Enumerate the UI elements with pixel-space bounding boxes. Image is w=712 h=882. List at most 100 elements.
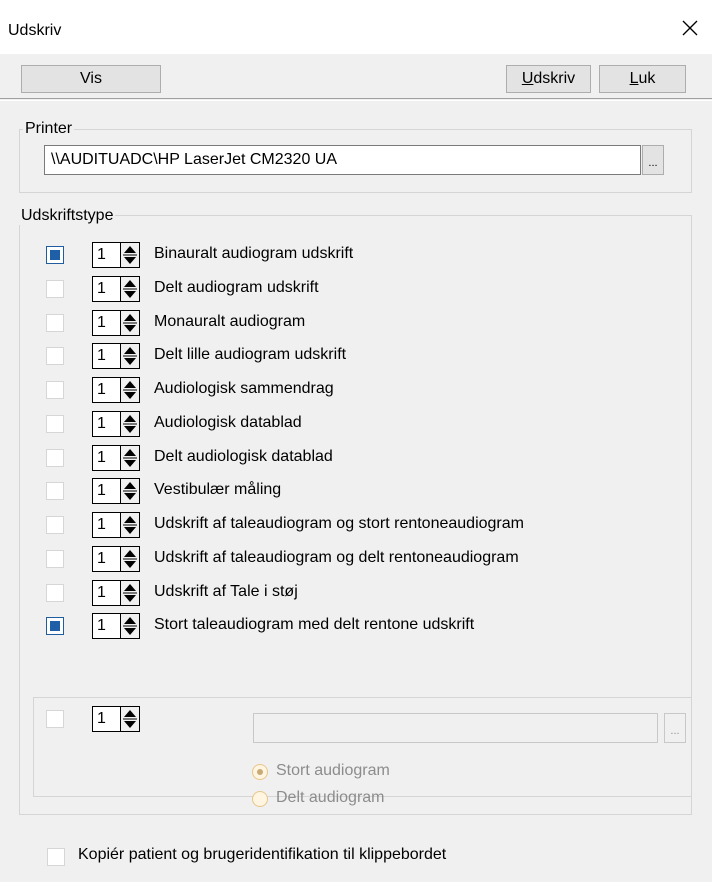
spinner-arrows-icon[interactable] [120,706,140,732]
custom-copies-spinner[interactable]: 1 [92,706,146,732]
print-type-row: 1 Udskrift af Tale i støj [0,579,712,607]
copies-value[interactable]: 1 [92,242,120,268]
print-type-row: 1 Stort taleaudiogram med delt rentone ud… [0,612,712,640]
close-icon[interactable] [676,14,704,42]
stort-audiogram-radio [252,764,268,780]
copies-spinner[interactable]: 1 [92,410,146,437]
copies-value[interactable]: 1 [92,613,120,640]
print-type-row: 1 Binauralt audiogram udskrift [0,241,712,269]
print-type-checkbox[interactable] [46,246,64,264]
print-type-row: 1 Monauralt audiogram [0,309,712,337]
printer-browse-button[interactable]: ... [642,145,664,175]
window-title: Udskriv [8,22,62,39]
spinner-arrows-icon[interactable] [120,410,140,437]
print-type-checkbox[interactable] [46,347,64,366]
custom-copies-value[interactable]: 1 [92,706,120,732]
copies-spinner[interactable]: 1 [92,309,146,336]
print-type-label: Udskrift af taleaudiogram og stort rento… [154,515,524,532]
print-type-row: 1 Vestibulær måling [0,477,712,505]
print-type-label: Delt audiogram udskrift [154,278,319,296]
print-type-row: 1 Udskrift af taleaudiogram og stort rent… [0,511,712,539]
print-type-checkbox[interactable] [46,381,64,399]
luk-button[interactable]: Luk [599,65,686,93]
print-type-label: Delt audiologisk datablad [154,447,333,465]
print-type-checkbox[interactable] [46,448,64,467]
toolbar-separator-highlight [0,100,712,101]
vis-button-label: Vis [80,70,102,87]
delt-audiogram-radio [252,791,268,807]
clipboard-checkbox[interactable] [47,848,65,866]
udskriv-accel: U [521,70,534,87]
print-type-checkbox[interactable] [46,482,64,501]
copies-value[interactable]: 1 [92,275,120,302]
delt-audiogram-label: Delt audiogram [276,789,385,806]
copies-spinner[interactable]: 1 [92,512,146,538]
clipboard-label: Kopiér patient og brugeridentifikation t… [78,846,447,863]
copies-value[interactable]: 1 [92,478,120,505]
spinner-arrows-icon[interactable] [120,242,140,268]
print-type-checkbox[interactable] [46,414,64,433]
copies-spinner[interactable]: 1 [92,579,146,606]
copies-value[interactable]: 1 [92,579,120,606]
spinner-arrows-icon[interactable] [120,579,140,606]
print-type-label: Binauralt audiogram udskrift [154,245,354,262]
print-type-checkbox[interactable] [46,279,64,298]
title-bar: Udskriv [0,0,712,54]
print-type-row: 1 Delt audiologisk datablad [0,444,712,472]
copies-spinner[interactable]: 1 [92,377,146,403]
copies-value[interactable]: 1 [92,309,120,336]
print-type-checkbox[interactable] [46,583,64,602]
copies-spinner[interactable]: 1 [92,242,146,268]
copies-spinner[interactable]: 1 [92,343,146,370]
print-type-legend: Udskriftstype [19,207,116,225]
print-type-label: Audiologisk datablad [154,413,302,431]
toolbar-separator [0,98,712,99]
print-type-row: 1 Udskrift af taleaudiogram og delt rento… [0,545,712,573]
print-type-row: 1 Audiologisk datablad [0,410,712,438]
copies-value[interactable]: 1 [92,512,120,538]
udskriv-button[interactable]: Udskriv [506,65,591,93]
spinner-arrows-icon[interactable] [120,377,140,403]
printer-path-field[interactable]: \\AUDITUADC\HP LaserJet CM2320 UA [44,145,641,175]
print-type-label: Monauralt audiogram [154,312,306,330]
print-type-checkbox[interactable] [46,617,64,636]
copies-spinner[interactable]: 1 [92,545,146,572]
luk-button-label: uk [638,70,656,87]
print-type-label: Udskrift af Tale i støj [154,582,298,600]
copies-value[interactable]: 1 [92,545,120,572]
udskriv-button-label: dskriv [533,70,576,87]
print-type-checkbox[interactable] [46,516,64,534]
spinner-arrows-icon[interactable] [120,343,140,370]
print-type-label: Udskrift af taleaudiogram og delt renton… [154,548,519,566]
print-type-label: Delt lille audiogram udskrift [154,346,347,364]
print-type-row: 1 Audiologisk sammendrag [0,376,712,404]
copies-spinner[interactable]: 1 [92,275,146,302]
spinner-arrows-icon[interactable] [120,309,140,336]
print-type-label: Vestibulær måling [154,481,282,499]
copies-spinner[interactable]: 1 [92,478,146,505]
copies-spinner[interactable]: 1 [92,613,146,640]
copies-spinner[interactable]: 1 [92,444,146,471]
copies-value[interactable]: 1 [92,410,120,437]
spinner-arrows-icon[interactable] [120,545,140,572]
spinner-arrows-icon[interactable] [120,478,140,505]
stort-audiogram-label: Stort audiogram [276,762,390,779]
print-type-checkbox[interactable] [46,549,64,568]
print-type-row: 1 Delt audiogram udskrift [0,275,712,303]
print-type-label: Audiologisk sammendrag [154,380,334,397]
spinner-arrows-icon[interactable] [120,613,140,640]
print-type-checkbox[interactable] [46,313,64,332]
custom-browse-button: ... [664,713,686,743]
print-type-label: Stort taleaudiogram med delt rentone uds… [154,616,475,634]
spinner-arrows-icon[interactable] [120,275,140,302]
copies-value[interactable]: 1 [92,377,120,403]
copies-value[interactable]: 1 [92,343,120,370]
spinner-arrows-icon[interactable] [120,444,140,471]
printer-legend: Printer [23,120,75,138]
copies-value[interactable]: 1 [92,444,120,471]
luk-accel: L [629,70,639,87]
custom-path-field [253,713,658,743]
vis-button[interactable]: Vis [21,65,161,93]
custom-print-checkbox[interactable] [46,710,64,728]
spinner-arrows-icon[interactable] [120,512,140,538]
